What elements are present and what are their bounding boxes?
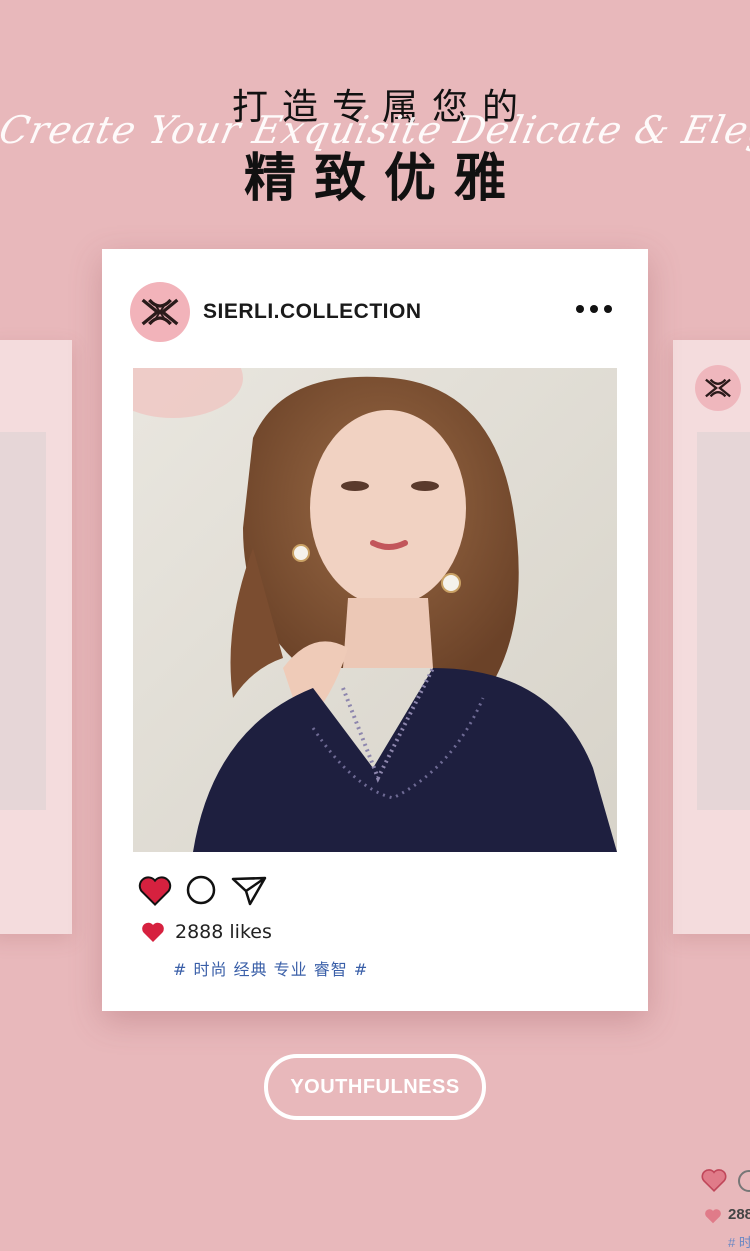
comment-icon[interactable] xyxy=(186,875,216,905)
account-name[interactable]: SIERLI.COLLECTION xyxy=(203,300,422,324)
likes-count: 2888 likes xyxy=(175,921,272,943)
side-likes-text: 288 xyxy=(728,1206,750,1223)
post-card: SIERLI.COLLECTION 2888 likes # 时尚 经典 专业 … xyxy=(102,249,648,1011)
youthfulness-button[interactable]: YOUTHFULNESS xyxy=(264,1054,486,1120)
heart-icon[interactable] xyxy=(138,875,172,906)
side-card-right-photo xyxy=(697,432,750,810)
more-icon[interactable] xyxy=(576,305,612,313)
side-comment-icon xyxy=(738,1170,750,1192)
side-card-logo xyxy=(695,365,741,411)
side-heart-small-icon xyxy=(705,1209,721,1224)
brand-logo-icon xyxy=(141,298,179,326)
side-card-left-photo xyxy=(0,432,46,810)
model-photo-illustration xyxy=(133,368,617,852)
post-photo xyxy=(133,368,617,852)
post-actions xyxy=(138,874,268,906)
side-card-left xyxy=(0,340,72,934)
brand-logo-icon xyxy=(705,378,731,398)
side-tags-text: # 时 xyxy=(728,1235,750,1250)
share-icon[interactable] xyxy=(230,874,268,906)
heart-filled-icon xyxy=(142,922,164,942)
side-heart-icon xyxy=(701,1169,727,1192)
side-card-right: 288 # 时 xyxy=(673,340,750,1250)
title-line-2: 精致优雅 xyxy=(243,149,524,209)
likes-row: 2888 likes xyxy=(141,921,272,943)
hashtag-text[interactable]: # 时尚 经典 专业 睿智 # xyxy=(173,956,368,980)
brand-avatar[interactable] xyxy=(130,282,190,342)
